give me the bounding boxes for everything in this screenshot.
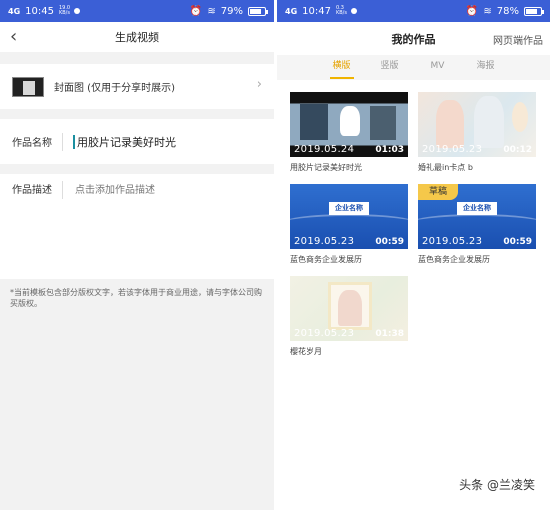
format-tabs: 横版 竖版 MV 海报 [277,55,550,80]
work-title: 婚礼最in卡点 b [418,163,473,172]
generate-video-screen: 4G 10:45 19.0 KB/s ⏰ ≋ 79% ‹ 生成视频 封面图 (仅… [0,0,274,510]
draft-badge: 草稿 [418,184,458,200]
company-name-plate: 企业名称 [329,202,369,215]
battery-percent: 79% [220,5,243,17]
work-title: 樱花岁月 [290,347,322,356]
top-nav: ‹ 生成视频 [0,22,274,52]
work-date: 2019.05.23 [294,236,355,247]
alarm-icon: ⏰ [189,5,203,17]
work-title: 用胶片记录美好时光 [290,163,362,172]
work-date: 2019.05.24 [294,144,355,155]
tab-mv[interactable]: MV [414,55,462,80]
tab-poster[interactable]: 海报 [462,55,510,80]
work-title: 蓝色商务企业发展历 [290,255,362,264]
text-cursor [73,134,75,149]
work-name-label: 作品名称 [12,138,52,149]
my-works-screen: 4G 10:47 0.3 KB/s ⏰ ≋ 78% 我的作品 网页端作品 横版 … [277,0,550,510]
work-card[interactable]: 企业名称 草稿 2019.05.23 00:59 蓝色商务企业发展历 [418,184,536,265]
battery-icon [524,6,544,16]
cover-label: 封面图 (仅用于分享时展示) [54,83,175,94]
cover-image-row[interactable]: 封面图 (仅用于分享时展示) › [0,64,274,109]
work-date: 2019.05.23 [294,328,355,339]
company-name-plate: 企业名称 [457,202,497,215]
work-duration: 00:12 [503,145,532,155]
work-thumbnail: 2019.05.24 01:03 [290,92,408,157]
work-card[interactable]: 2019.05.23 00:12 婚礼最in卡点 b [418,92,536,173]
network-speed: 0.3 KB/s [335,5,347,16]
work-name-input[interactable]: 用胶片记录美好时光 [77,134,176,150]
work-title: 蓝色商务企业发展历 [418,255,490,264]
tab-landscape[interactable]: 横版 [318,55,366,80]
cover-thumbnail [12,76,44,97]
work-thumbnail: 企业名称 2019.05.23 00:59 [290,184,408,249]
status-bar: 4G 10:47 0.3 KB/s ⏰ ≋ 78% [277,0,550,22]
work-thumbnail: 企业名称 草稿 2019.05.23 00:59 [418,184,536,249]
work-card[interactable]: 2019.05.23 01:38 樱花岁月 [290,276,408,357]
clock: 10:45 [25,5,54,17]
web-works-link[interactable]: 网页端作品 [493,32,543,47]
work-duration: 00:59 [503,237,532,247]
page-title: 我的作品 [391,32,436,46]
work-card[interactable]: 企业名称 2019.05.23 00:59 蓝色商务企业发展历 [290,184,408,265]
work-date: 2019.05.23 [422,236,483,247]
clock: 10:47 [302,5,331,17]
work-thumbnail: 2019.05.23 01:38 [290,276,408,341]
work-duration: 00:59 [375,237,404,247]
chat-notification-icon [73,8,80,14]
copyright-notice: *当前模板包含部分版权文字，若该字体用于商业用途，请与字体公司购买版权。 [10,288,262,308]
network-speed: 19.0 KB/s [58,5,71,16]
work-name-row: 作品名称 用胶片记录美好时光 [0,119,274,164]
battery-percent: 78% [496,5,519,17]
alarm-icon: ⏰ [465,5,479,17]
work-date: 2019.05.23 [422,144,483,155]
work-description-label: 作品描述 [12,185,52,196]
wifi-icon: ≋ [207,5,216,17]
chevron-right-icon: › [256,77,262,92]
watermark: 头条 @兰凌笑 [456,475,538,494]
chevron-left-icon[interactable]: ‹ [10,26,17,47]
work-thumbnail: 2019.05.23 00:12 [418,92,536,157]
network-type: 4G [285,6,298,16]
network-type: 4G [8,6,21,16]
work-card[interactable]: 2019.05.24 01:03 用胶片记录美好时光 [290,92,408,173]
wifi-icon: ≋ [483,5,492,17]
work-duration: 01:38 [375,329,404,339]
work-description-row: 作品描述 点击添加作品描述 [0,174,274,279]
top-nav: 我的作品 网页端作品 [277,22,550,55]
work-duration: 01:03 [375,145,404,155]
work-description-input[interactable]: 点击添加作品描述 [75,181,155,272]
page-title: 生成视频 [115,31,159,44]
battery-icon [248,6,268,16]
chat-notification-icon [350,8,357,14]
tab-portrait[interactable]: 竖版 [366,55,414,80]
status-bar: 4G 10:45 19.0 KB/s ⏰ ≋ 79% [0,0,274,22]
